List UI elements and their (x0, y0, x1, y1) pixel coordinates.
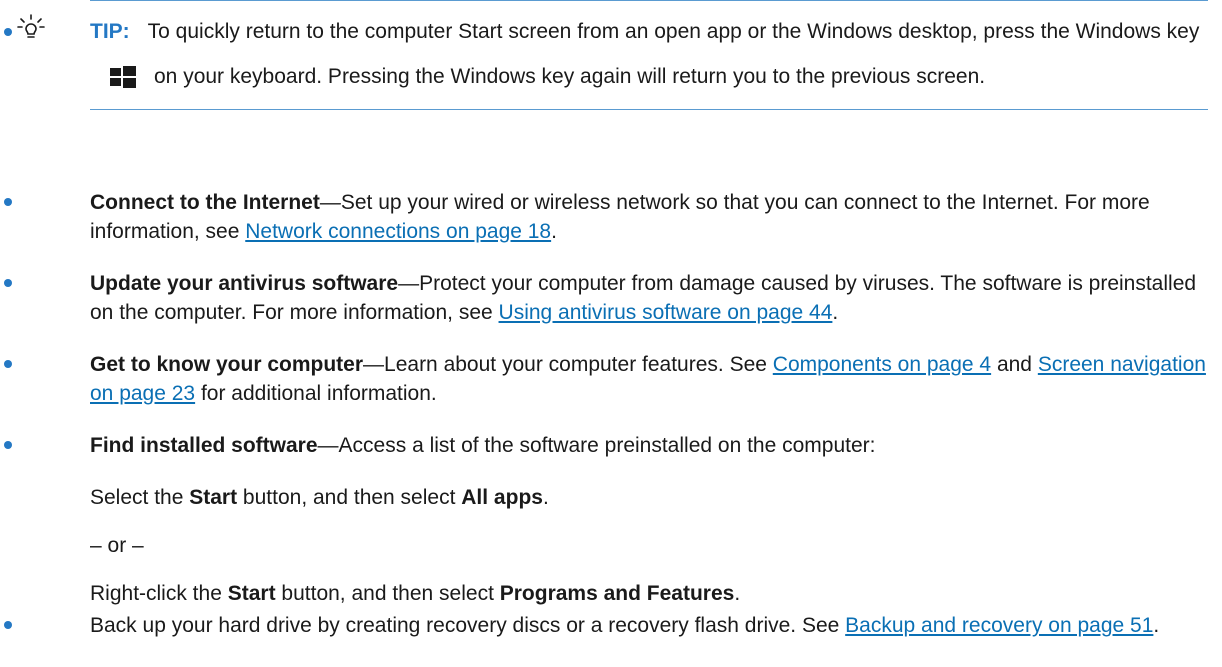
tip-label: TIP: (90, 20, 130, 43)
item-text-end: for additional information. (195, 382, 437, 405)
bullet-dot (4, 621, 12, 629)
start-term: Start (227, 582, 276, 605)
programs-features-term: Programs and Features (499, 582, 735, 605)
tip-text-after-key: on your keyboard. Pressing the Windows k… (154, 65, 986, 88)
step-text: button, and then select (275, 582, 500, 605)
start-term: Start (189, 486, 238, 509)
tip-bullet (4, 28, 12, 36)
lightbulb-icon (17, 14, 45, 38)
item-text-end: . (832, 301, 839, 324)
item-text-end: . (551, 220, 557, 243)
step-text: Right-click the (90, 582, 228, 605)
tip-box: TIP: To quickly return to the computer St… (4, 0, 1208, 110)
list-item-installed-software: Find installed software—Access a list of… (4, 431, 1210, 460)
item-text: —Access a list of the software preinstal… (317, 434, 876, 457)
list-item-connect: Connect to the Internet—Set up your wire… (4, 188, 1210, 246)
item-text-end: . (1153, 614, 1160, 637)
bullet-dot (4, 360, 12, 368)
bullet-dot (4, 279, 12, 287)
bullet-dot (4, 441, 12, 449)
list-item-backup: Back up your hard drive by creating reco… (4, 611, 1210, 640)
link-network-connections[interactable]: Network connections on page 18 (245, 220, 551, 243)
item-heading: Connect to the Internet (90, 191, 320, 214)
step-text-end: . (734, 582, 741, 605)
list-item-know-computer: Get to know your computer—Learn about yo… (4, 350, 1210, 408)
step-text-end: . (542, 486, 549, 509)
link-backup-recovery[interactable]: Backup and recovery on page 51 (845, 614, 1153, 637)
bullet-dot (4, 198, 12, 206)
step-text: button, and then select (237, 486, 462, 509)
link-antivirus-software[interactable]: Using antivirus software on page 44 (499, 301, 833, 324)
step-programs-features: Right-click the Start button, and then s… (90, 579, 740, 608)
step-all-apps: Select the Start button, and then select… (90, 483, 549, 512)
or-separator: – or – (90, 534, 144, 557)
item-heading: Find installed software (90, 434, 318, 457)
item-text: Back up your hard drive by creating reco… (90, 614, 846, 637)
link-components[interactable]: Components on page 4 (773, 353, 991, 376)
item-heading: Update your antivirus software (90, 272, 399, 295)
list-item-antivirus: Update your antivirus software—Protect y… (4, 269, 1210, 327)
tip-text-before-key: To quickly return to the computer Start … (147, 20, 1200, 43)
step-text: Select the (90, 486, 190, 509)
windows-logo-icon (110, 66, 136, 88)
item-heading: Get to know your computer (90, 353, 364, 376)
item-text: —Learn about your computer features. See (363, 353, 773, 376)
item-text-mid: and (991, 353, 1038, 376)
all-apps-term: All apps (461, 486, 543, 509)
